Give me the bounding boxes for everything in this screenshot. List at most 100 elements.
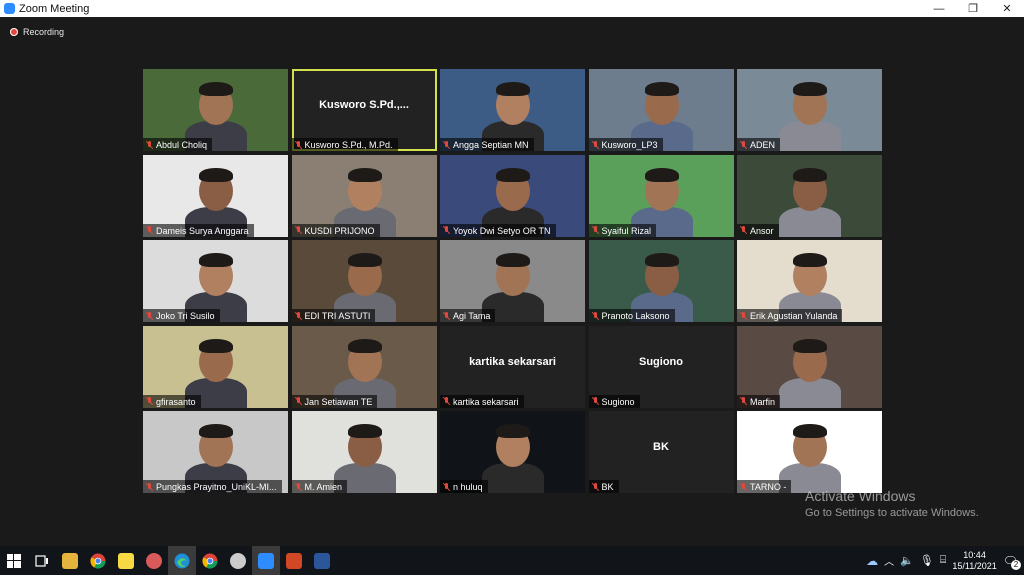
chrome-icon[interactable] <box>84 546 112 575</box>
mic-muted-icon <box>740 226 747 235</box>
mic-muted-icon <box>443 482 450 492</box>
mic-muted-icon <box>295 226 302 235</box>
participant-name: Pranoto Laksono <box>601 311 670 321</box>
participant-label: Marfin <box>737 394 781 408</box>
participant-tile[interactable]: Syaiful Rizal <box>588 154 734 237</box>
participant-label: ADEN <box>737 138 781 151</box>
mic-muted-icon <box>295 482 302 492</box>
participant-tile[interactable]: Kusworo_LP3 <box>588 69 734 151</box>
mic-muted-icon <box>592 482 599 492</box>
mic-muted-icon <box>146 226 153 235</box>
participant-name: TARNO - <box>750 482 787 492</box>
clock-date: 15/11/2021 <box>952 560 997 571</box>
participant-name: Kusworo S.Pd., M.Pd. <box>304 140 393 150</box>
microphone-icon[interactable]: 🎙 <box>920 554 934 567</box>
chrome-icon-2[interactable] <box>196 546 224 575</box>
participant-tile[interactable]: Yoyok Dwi Setyo OR TN <box>440 154 585 237</box>
participant-tile[interactable]: Dameis Surya Anggara <box>143 154 288 237</box>
participant-tile[interactable]: n huluq <box>440 411 585 493</box>
mic-muted-icon <box>146 482 153 492</box>
participant-tile[interactable]: ADEN <box>737 69 882 151</box>
participant-tile[interactable]: Abdul Choliq <box>143 69 288 151</box>
word-icon[interactable] <box>308 546 336 575</box>
snipping-tool-icon[interactable] <box>140 546 168 575</box>
participant-label: Pungkas Prayitno_UniKL-MI... <box>143 480 282 493</box>
participant-name: KUSDI PRIJONO <box>304 225 375 236</box>
participant-tile[interactable]: Kusworo S.Pd.,... Kusworo S.Pd., M.Pd. <box>291 69 437 151</box>
media-app-icon[interactable] <box>224 546 252 575</box>
participant-name-display: Kusworo S.Pd.,... <box>319 99 409 111</box>
participant-tile[interactable]: Agi Tama <box>440 240 585 322</box>
chevron-up-icon[interactable]: ︿ <box>884 553 894 568</box>
participant-tile[interactable]: Jan Setiawan TE <box>291 325 437 408</box>
participant-tile[interactable]: gfirasanto <box>143 325 288 408</box>
recording-label: Recording <box>23 27 65 37</box>
activate-windows-watermark: Activate Windows Go to Settings to activ… <box>805 488 979 519</box>
participant-name: Abdul Choliq <box>156 140 208 150</box>
participant-name: Erik Agustian Yulanda <box>750 311 838 321</box>
mic-muted-icon <box>443 311 450 321</box>
participant-tile[interactable]: EDI TRI ASTUTI <box>291 240 437 322</box>
onedrive-icon[interactable]: ☁ <box>866 554 878 568</box>
participant-tile[interactable]: Angga Septian MN <box>440 69 585 151</box>
participant-name: Ansor <box>750 225 774 236</box>
participant-name: Dameis Surya Anggara <box>156 225 249 236</box>
notification-count: 2 <box>1011 559 1021 570</box>
participant-name: Marfin <box>750 396 776 407</box>
participant-name: Joko Tri Susilo <box>156 311 215 321</box>
participant-label: M. Amien <box>291 480 348 493</box>
activate-windows-title: Activate Windows <box>805 488 916 504</box>
mic-muted-icon <box>295 311 302 321</box>
edge-icon[interactable] <box>168 546 196 575</box>
mic-muted-icon <box>592 397 599 406</box>
windows-start-icon[interactable] <box>0 546 28 575</box>
mic-muted-icon <box>295 397 302 406</box>
clock[interactable]: 10:44 15/11/2021 <box>952 550 996 572</box>
minimize-button[interactable]: — <box>922 0 956 17</box>
participant-label: Sugiono <box>588 394 640 408</box>
mic-muted-icon <box>295 140 302 150</box>
participant-name: n huluq <box>453 482 483 492</box>
participant-name: Yoyok Dwi Setyo OR TN <box>453 225 551 236</box>
participant-tile[interactable]: Ansor <box>737 154 882 237</box>
file-explorer-icon[interactable] <box>56 546 84 575</box>
participant-tile[interactable]: KUSDI PRIJONO <box>291 154 437 237</box>
participant-tile[interactable]: Marfin <box>737 325 882 408</box>
activate-windows-subtitle: Go to Settings to activate Windows. <box>805 507 979 519</box>
zoom-taskbar-icon[interactable] <box>252 546 280 575</box>
mic-muted-icon <box>592 311 599 321</box>
participant-label: n huluq <box>440 480 488 493</box>
participant-name: Kusworo_LP3 <box>601 140 658 150</box>
participant-label: TARNO - <box>737 480 792 493</box>
mic-muted-icon <box>592 140 599 150</box>
network-icon[interactable]: ⌸ <box>940 554 947 567</box>
task-view-icon[interactable] <box>28 546 56 575</box>
participant-tile[interactable]: Sugiono Sugiono <box>588 325 734 408</box>
participant-label: Angga Septian MN <box>440 138 534 151</box>
participant-label: Kusworo S.Pd., M.Pd. <box>291 138 398 151</box>
participant-label: Agi Tama <box>440 309 496 322</box>
participant-name: EDI TRI ASTUTI <box>304 311 371 321</box>
participant-tile[interactable]: Pungkas Prayitno_UniKL-MI... <box>143 411 288 493</box>
powerpoint-icon[interactable] <box>280 546 308 575</box>
close-button[interactable]: ✕ <box>990 0 1024 17</box>
participant-name: Sugiono <box>601 396 635 407</box>
participant-tile[interactable]: Joko Tri Susilo <box>143 240 288 322</box>
participant-tile[interactable]: Pranoto Laksono <box>588 240 734 322</box>
participant-label: Dameis Surya Anggara <box>143 223 254 237</box>
participant-name-display: kartika sekarsari <box>469 355 556 368</box>
sticky-notes-icon[interactable] <box>112 546 140 575</box>
notification-icon[interactable]: 🗨 2 <box>1003 554 1021 570</box>
participant-tile[interactable]: BK BK <box>588 411 734 493</box>
volume-icon[interactable]: 🔈 <box>900 554 914 567</box>
participant-label: Abdul Choliq <box>143 138 213 151</box>
recording-icon <box>10 28 18 36</box>
participant-label: kartika sekarsari <box>440 394 524 408</box>
participant-tile[interactable]: TARNO - <box>737 411 882 493</box>
recording-indicator[interactable]: Recording <box>10 27 64 37</box>
participant-tile[interactable]: M. Amien <box>291 411 437 493</box>
participant-tile[interactable]: Erik Agustian Yulanda <box>737 240 882 322</box>
participant-tile[interactable]: kartika sekarsari kartika sekarsari <box>440 325 585 408</box>
participant-name: Angga Septian MN <box>453 140 529 150</box>
maximize-button[interactable]: ❐ <box>956 0 990 17</box>
